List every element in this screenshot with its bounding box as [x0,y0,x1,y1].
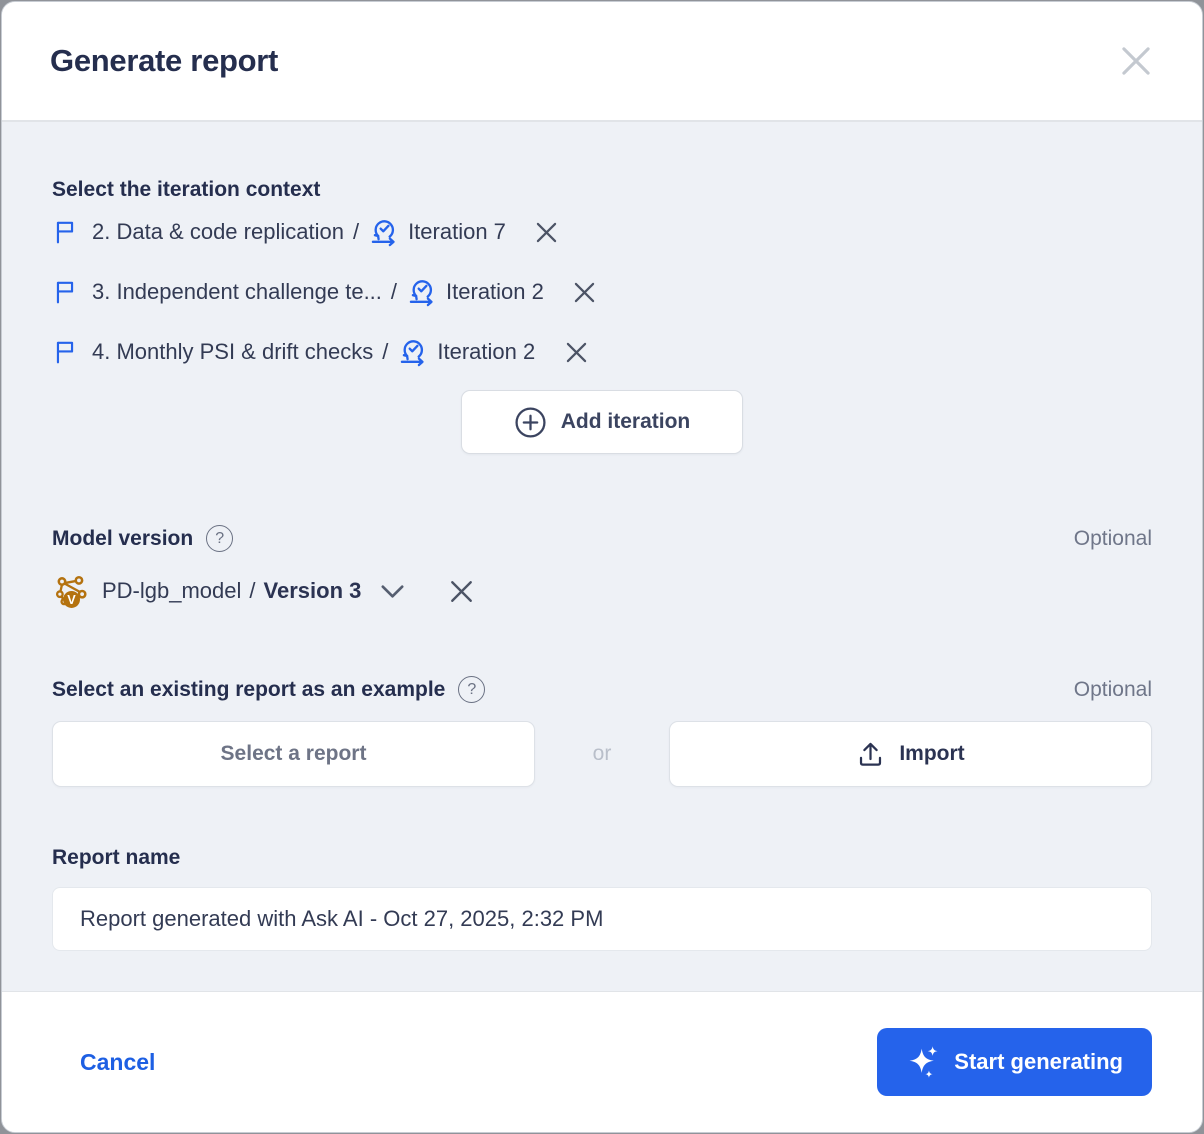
upload-icon [860,742,882,766]
cancel-button[interactable]: Cancel [80,1049,155,1076]
iteration-label: Iteration 2 [437,339,536,364]
help-icon[interactable]: ? [458,676,486,703]
iteration-sprint-icon [397,336,429,368]
model-version-value: Version 3 [263,578,362,603]
iteration-context-heading: Select the iteration context [52,178,321,201]
remove-iteration-button[interactable] [570,277,600,307]
example-report-buttons-row: Select a report or Import [52,721,1152,787]
iteration-label: Iteration 7 [408,219,506,244]
close-icon [450,580,472,602]
help-icon[interactable]: ? [206,525,234,552]
iteration-row: 4. Monthly PSI & drift checks / Iteratio… [52,322,1152,382]
generate-report-dialog: Generate report Select the iteration con… [1,1,1203,1133]
dialog-header: Generate report [2,2,1202,122]
optional-badge: Optional [1073,526,1152,550]
flag-icon [52,339,78,365]
close-icon [1122,47,1150,75]
iteration-row: 3. Independent challenge te... / Iterati… [52,262,1152,322]
select-report-label: Select a report [220,742,367,765]
or-separator: or [592,742,612,765]
separator: / [382,339,389,364]
model-version-label: Model version [52,526,194,550]
select-report-button[interactable]: Select a report [52,721,535,787]
separator: / [249,578,256,603]
iteration-row: 2. Data & code replication / Iteration 7 [52,202,1152,262]
chevron-down-icon [381,584,404,598]
model-name: PD-lgb_model [102,578,242,603]
iteration-label: Iteration 2 [446,279,544,304]
remove-iteration-button[interactable] [561,337,591,367]
dialog-footer: Cancel Start generating [2,991,1202,1132]
separator: / [390,279,398,304]
report-name-input[interactable] [52,887,1152,951]
iteration-sprint-icon [406,276,438,308]
remove-iteration-button[interactable] [532,217,562,247]
close-icon [537,222,557,242]
model-version-value-row: PD-lgb_model / Version 3 [52,573,1152,609]
model-version-label-row: Model version ? Optional [52,525,1152,552]
model-version-dropdown[interactable] [379,580,406,603]
example-report-label-row: Select an existing report as an example … [52,676,1152,703]
start-generating-button[interactable]: Start generating [877,1028,1152,1096]
flag-icon [52,279,78,305]
help-glyph: ? [215,529,225,547]
add-iteration-label: Add iteration [560,410,691,433]
example-report-label: Select an existing report as an example [52,677,446,701]
add-iteration-button[interactable]: Add iteration [461,390,743,454]
import-button[interactable]: Import [669,721,1152,787]
report-name-label: Report name [52,846,181,869]
plus-circle-icon [515,406,546,438]
iteration-sprint-icon [368,216,400,248]
iteration-context-name: 4. Monthly PSI & drift checks [92,339,374,364]
iteration-context-name: 2. Data & code replication [92,219,344,244]
flag-icon [52,219,78,245]
iteration-context-name: 3. Independent challenge te... [92,279,382,304]
close-icon [575,282,595,302]
start-generating-label: Start generating [954,1049,1123,1074]
optional-badge: Optional [1073,677,1152,701]
close-dialog-button[interactable] [1114,39,1158,83]
close-icon [566,342,586,362]
dialog-title: Generate report [50,43,279,78]
sparkle-icon [909,1046,938,1078]
import-label: Import [899,742,965,765]
separator: / [352,219,360,244]
clear-model-button[interactable] [446,576,476,606]
dialog-body: Select the iteration context 2. Data & c… [2,122,1202,991]
help-glyph: ? [467,680,477,698]
model-icon [52,573,90,609]
